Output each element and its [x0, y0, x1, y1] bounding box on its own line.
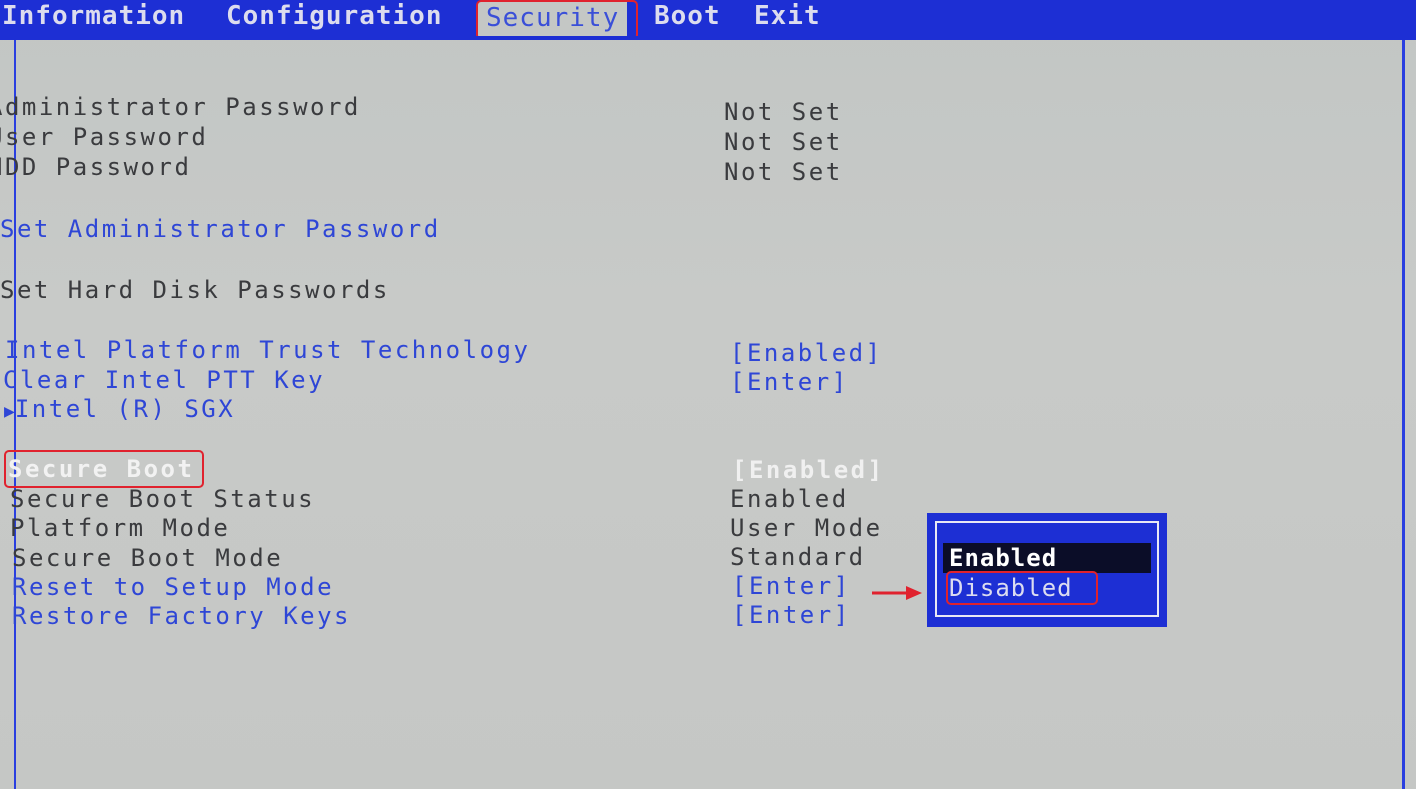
admin-password-label: Administrator Password	[0, 93, 361, 121]
red-arrow-right-icon	[872, 586, 922, 600]
intel-ptt-item[interactable]: Intel Platform Trust Technology	[5, 335, 530, 365]
hdd-password-label: HDD Password	[0, 153, 192, 181]
secure-boot-annotation-box	[4, 450, 204, 488]
secure-boot-value[interactable]: [Enabled]	[732, 455, 885, 485]
platform-mode-label: Platform Mode	[10, 514, 231, 542]
reset-setup-mode-value[interactable]: [Enter]	[732, 571, 851, 601]
secure-boot-status-value: Enabled	[730, 485, 849, 513]
user-password-value: Not Set	[724, 128, 843, 156]
clear-ptt-value[interactable]: [Enter]	[730, 367, 849, 397]
intel-ptt-value[interactable]: [Enabled]	[730, 338, 883, 368]
set-admin-password-item[interactable]: Set Administrator Password	[0, 214, 441, 244]
intel-sgx-label: Intel (R) SGX	[14, 395, 236, 423]
admin-password-value: Not Set	[724, 98, 843, 126]
platform-mode-value: User Mode	[730, 514, 883, 542]
secure-boot-mode-label: Secure Boot Mode	[12, 544, 284, 572]
option-enabled[interactable]: Enabled	[943, 543, 1151, 573]
tab-configuration[interactable]: Configuration	[226, 0, 443, 32]
secure-boot-status-label: Secure Boot Status	[10, 485, 316, 513]
security-tab-annotation-box	[476, 0, 638, 40]
secure-boot-option-popup: Enabled Disabled	[927, 513, 1167, 627]
frame-right-border	[1402, 40, 1405, 789]
secure-boot-mode-value: Standard	[730, 543, 866, 571]
menu-bar: Information Configuration Security Boot …	[0, 0, 1416, 36]
disabled-option-annotation-box	[946, 571, 1098, 605]
user-password-label: User Password	[0, 123, 209, 151]
frame-top-border	[0, 36, 1416, 40]
set-hdd-passwords-item[interactable]: Set Hard Disk Passwords	[0, 275, 390, 305]
bios-screen: Information Configuration Security Boot …	[0, 0, 1416, 789]
tab-information[interactable]: Information	[2, 0, 185, 32]
hdd-password-value: Not Set	[724, 158, 843, 186]
clear-ptt-item[interactable]: Clear Intel PTT Key	[3, 365, 325, 395]
restore-factory-keys-value[interactable]: [Enter]	[732, 600, 851, 630]
reset-setup-mode-item[interactable]: Reset to Setup Mode	[12, 572, 334, 602]
triangle-right-icon: ▶	[4, 401, 15, 422]
tab-boot[interactable]: Boot	[654, 0, 721, 32]
restore-factory-keys-item[interactable]: Restore Factory Keys	[12, 601, 351, 631]
tab-exit[interactable]: Exit	[754, 0, 821, 32]
intel-sgx-item[interactable]: ▶Intel (R) SGX	[4, 394, 235, 424]
